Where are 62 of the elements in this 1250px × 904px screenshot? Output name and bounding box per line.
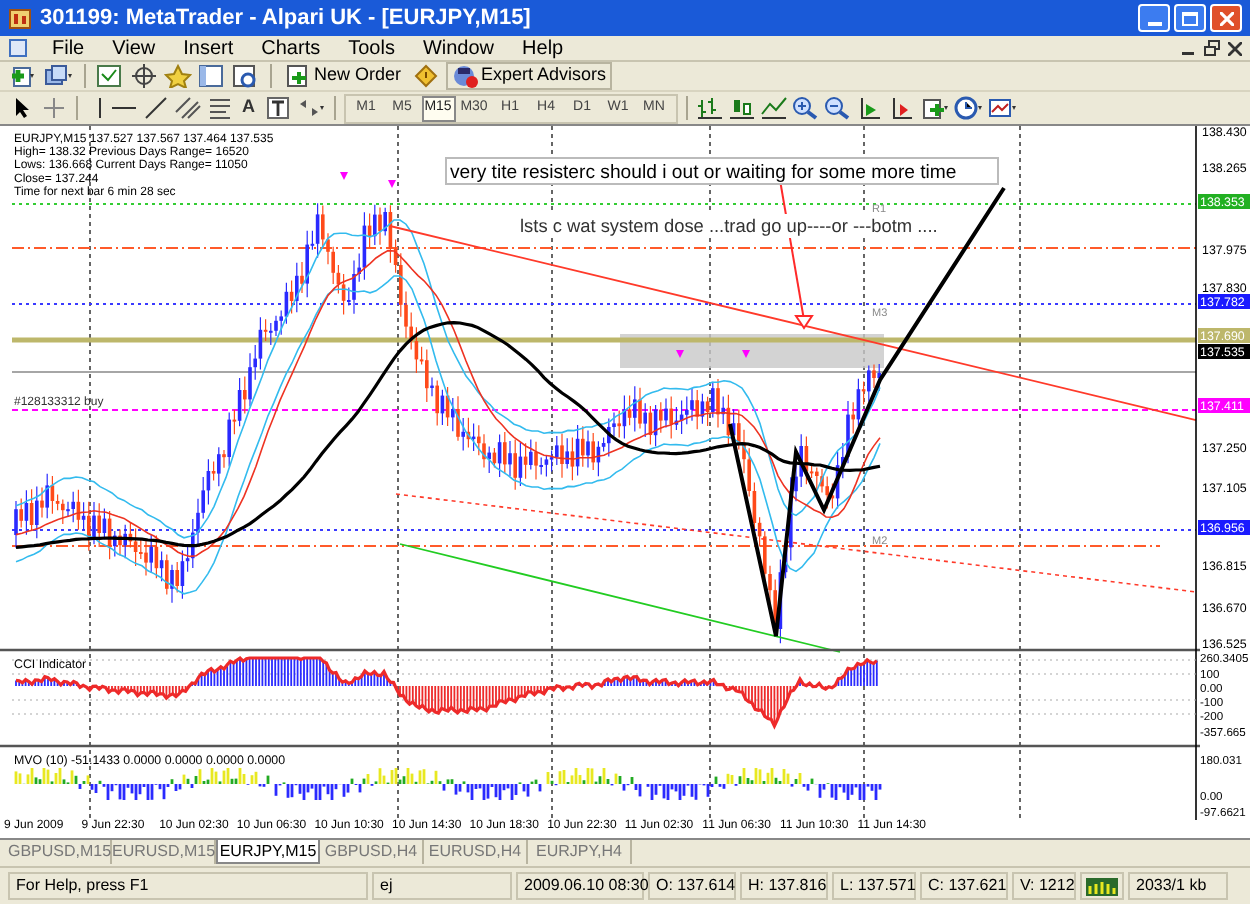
- text-tool-button[interactable]: A: [238, 94, 259, 122]
- annotation-text: lsts c wat system dose ...trad go up----or ---botm ....: [520, 216, 938, 236]
- high-price: H: 137.816: [740, 872, 828, 900]
- chart-tab[interactable]: GBPUSD,M15: [8, 840, 112, 864]
- traffic-text: 2033/1 kb: [1128, 872, 1228, 900]
- down-arrow-icon: [742, 350, 750, 358]
- app-icon: [8, 6, 32, 30]
- indicators-icon[interactable]: [919, 96, 949, 120]
- minimize-icon: [1147, 22, 1161, 26]
- close-button[interactable]: [1210, 4, 1242, 32]
- down-arrow-icon: [676, 350, 684, 358]
- status-text: For Help, press F1: [8, 872, 368, 900]
- order-icon: [286, 64, 310, 88]
- new-chart-icon[interactable]: [8, 64, 38, 88]
- chart-tab[interactable]: EURJPY,M15: [216, 840, 320, 864]
- new-order-button[interactable]: New Order: [282, 62, 406, 90]
- menu-item[interactable]: File: [52, 33, 85, 63]
- menu-item[interactable]: Help: [522, 33, 564, 63]
- fibonacci-icon[interactable]: [206, 96, 234, 120]
- document-icon: [8, 38, 28, 58]
- profile-name: ej: [372, 872, 512, 900]
- maximize-icon: [1182, 11, 1198, 25]
- candlestick-icon[interactable]: [727, 96, 755, 120]
- menu-item[interactable]: Tools: [348, 33, 395, 63]
- trendline-icon[interactable]: [142, 96, 170, 120]
- close-icon[interactable]: [1228, 41, 1242, 55]
- low-price: L: 137.571: [832, 872, 916, 900]
- bar-chart-icon[interactable]: [695, 96, 723, 120]
- chart-shift-icon[interactable]: [887, 96, 915, 120]
- line-chart-icon[interactable]: [759, 96, 787, 120]
- chart-tab[interactable]: GBPUSD,H4: [320, 840, 424, 864]
- down-arrow-icon: [340, 172, 348, 180]
- chart-tab[interactable]: EURJPY,H4: [528, 840, 632, 864]
- menu-item[interactable]: Charts: [261, 33, 321, 63]
- templates-icon[interactable]: [987, 96, 1017, 120]
- close-price: C: 137.621: [920, 872, 1008, 900]
- annotation-note: very tite resisterc should i out or waiting for some more time: [445, 157, 999, 185]
- maximize-button[interactable]: [1174, 4, 1206, 32]
- expert-icon: [451, 64, 478, 88]
- expert-advisors-button[interactable]: Expert Advisors: [445, 62, 613, 90]
- restore-icon[interactable]: [1204, 40, 1220, 56]
- status-time: 2009.06.10 08:30: [516, 872, 644, 900]
- window-title: 301199: MetaTrader - Alpari UK - [EURJPY,M15]: [40, 3, 531, 34]
- down-arrow-icon: [388, 180, 396, 188]
- volume-text: V: 1212: [1012, 872, 1076, 900]
- channel-icon[interactable]: [174, 96, 202, 120]
- open-price: O: 137.614: [648, 872, 736, 900]
- menu-item[interactable]: View: [112, 33, 156, 63]
- connection-bars-icon: [1086, 877, 1118, 895]
- menu-item[interactable]: Insert: [183, 33, 234, 63]
- chart-tab[interactable]: EURUSD,H4: [424, 840, 528, 864]
- autoscroll-icon[interactable]: [855, 96, 883, 120]
- zoom-in-icon[interactable]: [791, 96, 819, 120]
- arrows-icon[interactable]: [295, 96, 325, 120]
- zoom-out-icon[interactable]: [823, 96, 851, 120]
- close-icon: [1219, 11, 1233, 25]
- minimize-button[interactable]: [1138, 4, 1170, 32]
- diamond-icon[interactable]: [411, 64, 440, 88]
- text-label-icon[interactable]: [263, 96, 291, 120]
- clock-icon[interactable]: [953, 96, 983, 120]
- profiles-icon[interactable]: [44, 64, 74, 88]
- menu-item[interactable]: Window: [422, 33, 495, 63]
